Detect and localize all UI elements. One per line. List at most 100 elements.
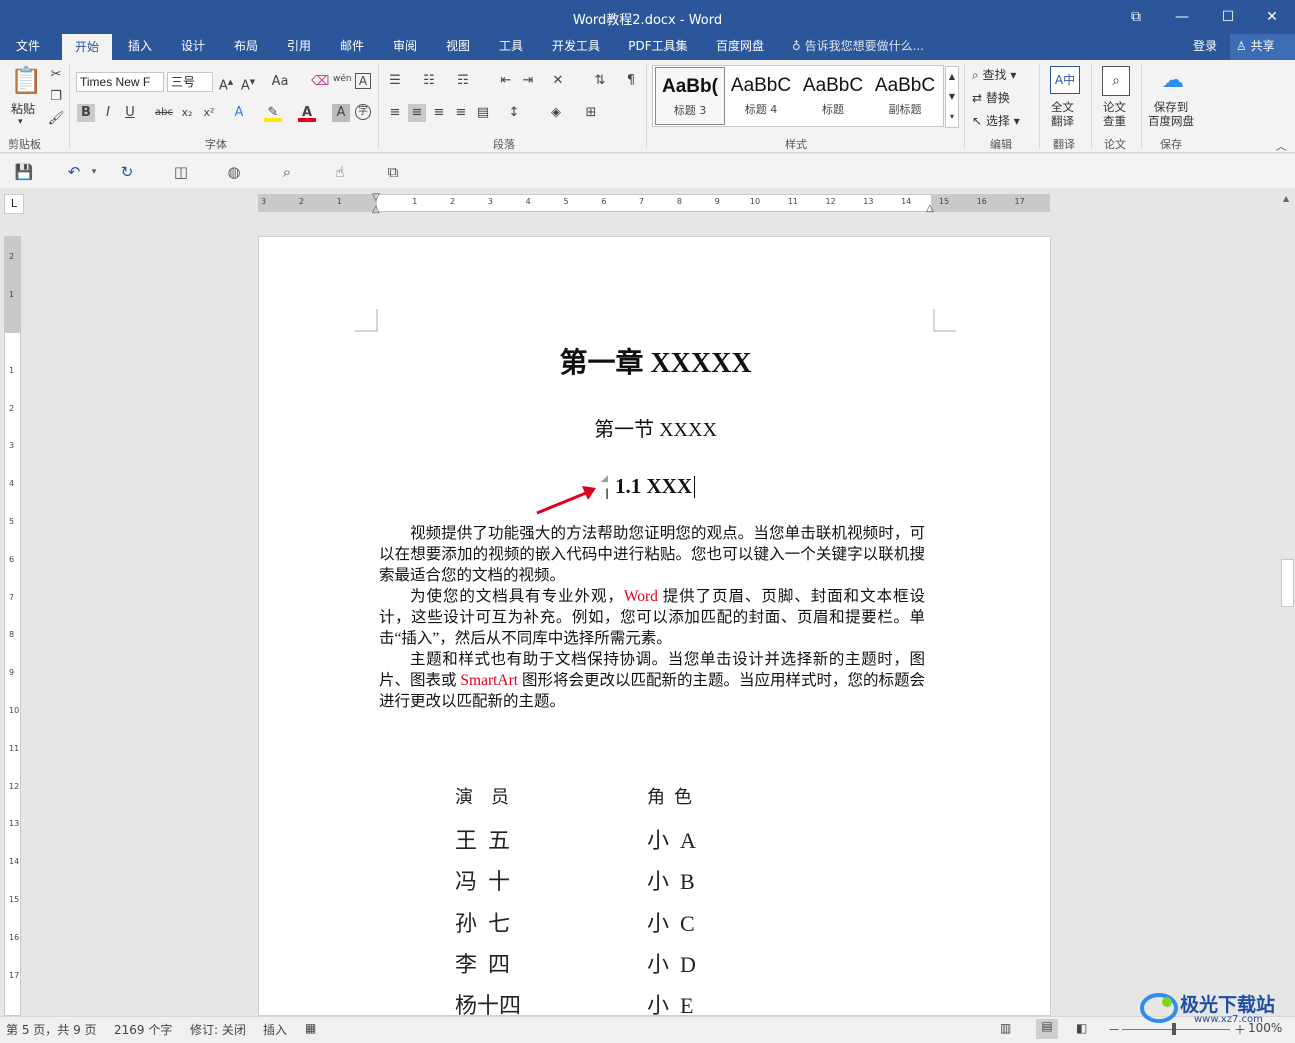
save-to-netdisk-button[interactable]: 保存到 百度网盘 [1148, 100, 1194, 128]
customize-toolbar-icon[interactable]: ⧉ [383, 162, 403, 182]
chapter-heading[interactable]: 第一章 XXXXX [259, 341, 1050, 381]
horizontal-ruler[interactable]: 3 2 1 1 2 3 4 5 6 7 8 9 10 11 12 13 14 15 16 17 ▽ △ △ [258, 192, 1050, 215]
print-layout-view-icon[interactable]: ▤ [1036, 1019, 1058, 1039]
section-heading[interactable]: 第一节 XXXX [259, 413, 1050, 442]
highlight-icon[interactable]: ✎ [264, 104, 282, 122]
zoom-out-button[interactable]: － [1108, 1021, 1120, 1038]
track-changes-status[interactable]: 修订: 关闭 [190, 1021, 246, 1038]
paper-check-icon[interactable]: ⌕ [1102, 66, 1130, 96]
tab-developer[interactable]: 开发工具 [540, 34, 612, 60]
shrink-font-icon[interactable]: A▼ [239, 73, 257, 93]
vertical-ruler[interactable]: 2 1 1 2 3 4 5 6 7 8 9 10 11 12 13 14 15 16 17 [4, 236, 21, 1016]
word-count[interactable]: 2169 个字 [114, 1021, 172, 1038]
cast-header-role[interactable]: 角 色 [647, 783, 692, 809]
body-paragraph-2[interactable]: 为使您的文档具有专业外观，Word 提供了页眉、页脚、封面和文本框设计，这些设计… [379, 586, 925, 649]
paste-button[interactable]: 粘贴 [11, 100, 35, 117]
login-link[interactable]: 登录 [1193, 34, 1217, 58]
tab-references[interactable]: 引用 [275, 34, 323, 60]
insert-mode-status[interactable]: 插入 [263, 1021, 287, 1038]
styles-scroll[interactable]: ▲ ▼ ▾ [945, 66, 959, 128]
text-effects-icon[interactable]: A [230, 104, 248, 122]
character-border-icon[interactable]: A [355, 73, 371, 89]
undo-icon[interactable]: ↶ [64, 162, 84, 182]
tab-pdf-tools[interactable]: PDF工具集 [620, 34, 696, 60]
font-size-select[interactable]: 三号 [167, 72, 213, 92]
change-case-button[interactable]: Aa [268, 73, 292, 91]
paste-dropdown-icon[interactable]: ▾ [18, 117, 23, 127]
tab-layout[interactable]: 布局 [222, 34, 270, 60]
tab-view[interactable]: 视图 [434, 34, 482, 60]
ribbon-display-options-button[interactable]: ⧉ [1113, 0, 1159, 34]
italic-icon[interactable]: I [99, 104, 117, 122]
show-marks-icon[interactable]: ¶ [622, 72, 640, 90]
style-heading-3[interactable]: AaBb( 标题 3 [655, 67, 725, 125]
shading-icon[interactable]: ◈ [547, 104, 565, 122]
tab-design[interactable]: 设计 [169, 34, 217, 60]
copy-icon[interactable]: ❐ [47, 88, 65, 106]
web-layout-view-icon[interactable]: ◧ [1076, 1021, 1087, 1035]
cast-role[interactable]: 小 A [647, 823, 696, 855]
page-count[interactable]: 第 5 页，共 9 页 [6, 1021, 97, 1038]
read-mode-view-icon[interactable]: ▥ [1000, 1021, 1011, 1035]
chinese-layout-icon[interactable]: ✕ [549, 72, 567, 90]
tab-mailings[interactable]: 邮件 [328, 34, 376, 60]
numbering-icon[interactable]: ☷ [420, 72, 438, 90]
baidu-cloud-icon[interactable]: ☁ [1158, 68, 1188, 94]
tell-me-box[interactable]: ♁ 告诉我您想要做什么... [792, 34, 924, 58]
translate-icon[interactable]: A中 [1050, 66, 1080, 94]
find-button[interactable]: ⌕ 查找 ▾ [972, 66, 1016, 83]
cast-actor[interactable]: 孙 七 [455, 906, 510, 938]
subsection-heading[interactable]: 1.1 XXX [615, 474, 692, 499]
increase-indent-icon[interactable]: ⇥ [519, 72, 537, 90]
multilevel-list-icon[interactable]: ☶ [454, 72, 472, 90]
tab-home[interactable]: 开始 [62, 34, 112, 60]
scroll-up-icon[interactable]: ▲ [1283, 194, 1289, 203]
cast-actor[interactable]: 王 五 [455, 823, 510, 855]
cast-role[interactable]: 小 B [647, 864, 695, 896]
subscript-icon[interactable]: x₂ [178, 104, 196, 122]
grow-font-icon[interactable]: A▲ [217, 73, 235, 93]
bold-icon[interactable]: B [77, 104, 95, 122]
maximize-button[interactable]: ☐ [1205, 0, 1251, 34]
line-spacing-icon[interactable]: ↕ [505, 104, 523, 122]
tab-file[interactable]: 文件 [4, 34, 52, 60]
cut-icon[interactable]: ✂ [47, 66, 65, 84]
paste-icon[interactable]: 📋 [10, 66, 42, 102]
style-subtitle[interactable]: AaBbC 副标题 [870, 67, 940, 125]
superscript-icon[interactable]: x² [200, 104, 218, 122]
minimize-button[interactable]: — [1159, 0, 1205, 34]
body-paragraph-3[interactable]: 主题和样式也有助于文档保持协调。当您单击设计并选择新的主题时，图片、图表或 Sm… [379, 649, 925, 712]
font-name-select[interactable]: Times New F [76, 72, 164, 92]
body-text[interactable]: 视频提供了功能强大的方法帮助您证明您的观点。当您单击联机视频时，可以在想要添加的… [379, 523, 925, 712]
redo-icon[interactable]: ↻ [117, 162, 137, 182]
touch-mode-icon[interactable]: ☝ [330, 162, 350, 182]
close-button[interactable]: ✕ [1249, 0, 1295, 34]
collapse-ribbon-icon[interactable]: ︿ [1276, 138, 1286, 153]
sort-icon[interactable]: ⇅ [591, 72, 609, 90]
align-center-icon[interactable]: ≡ [408, 104, 426, 122]
borders-icon[interactable]: ⊞ [582, 104, 600, 122]
align-right-icon[interactable]: ≡ [430, 104, 448, 122]
style-heading-4[interactable]: AaBbC 标题 4 [726, 67, 796, 125]
cast-role[interactable]: 小 C [647, 906, 695, 938]
paper-check-button[interactable]: 论文 查重 [1103, 100, 1126, 128]
cast-header-actor[interactable]: 演 员 [455, 783, 509, 809]
macro-record-icon[interactable]: ▦ [305, 1021, 316, 1035]
tab-baidu-netdisk[interactable]: 百度网盘 [704, 34, 776, 60]
distributed-icon[interactable]: ▤ [474, 104, 492, 122]
undo-dropdown-icon[interactable]: ▾ [84, 162, 104, 182]
align-left-icon[interactable]: ≡ [386, 104, 404, 122]
tab-selector[interactable]: L [4, 194, 24, 214]
tab-insert[interactable]: 插入 [116, 34, 164, 60]
clear-formatting-icon[interactable]: ⌫ [311, 73, 329, 91]
print-preview-icon[interactable]: ⌕ [277, 162, 297, 182]
style-title[interactable]: AaBbC 标题 [798, 67, 868, 125]
cast-actor[interactable]: 李 四 [455, 947, 510, 979]
full-translate-button[interactable]: 全文 翻译 [1051, 100, 1074, 128]
justify-icon[interactable]: ≡ [452, 104, 470, 122]
select-button[interactable]: ↖ 选择 ▾ [972, 112, 1020, 129]
cast-role[interactable]: 小 D [647, 947, 696, 979]
first-line-indent-marker[interactable]: ▽ [372, 192, 380, 203]
cast-actor[interactable]: 冯 十 [455, 864, 510, 896]
underline-icon[interactable]: U [121, 104, 139, 122]
